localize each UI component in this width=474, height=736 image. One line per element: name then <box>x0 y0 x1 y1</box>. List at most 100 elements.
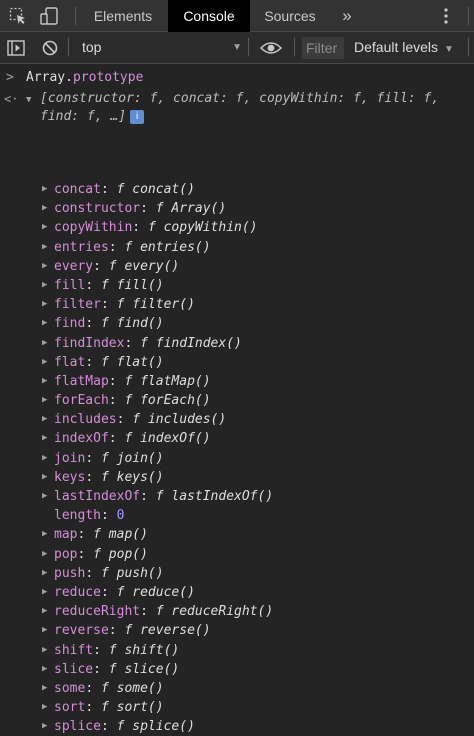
expand-triangle-icon[interactable]: ▶ <box>42 525 47 544</box>
expand-triangle-icon[interactable]: ▶ <box>42 679 47 698</box>
expand-triangle-icon[interactable]: ▶ <box>42 698 47 717</box>
input-prompt-icon: > <box>6 70 14 85</box>
more-tabs-icon[interactable]: » <box>334 0 360 32</box>
property-row[interactable]: ▶ findIndex: f findIndex() <box>0 334 474 353</box>
expand-triangle-icon[interactable]: ▶ <box>42 180 47 199</box>
expand-triangle-icon[interactable]: ▶ <box>42 660 47 679</box>
property-row[interactable]: ▶ slice: f slice() <box>0 660 474 679</box>
tab-sources[interactable]: Sources <box>250 0 330 32</box>
expand-triangle-icon[interactable]: ▶ <box>42 621 47 640</box>
expand-triangle-icon[interactable]: ▶ <box>42 429 47 448</box>
property-row[interactable]: ▶ indexOf: f indexOf() <box>0 429 474 448</box>
property-colon: : <box>100 584 117 600</box>
property-name: pop <box>54 546 78 562</box>
property-entry: every: f every() <box>54 257 179 276</box>
property-row[interactable]: ▶ constructor: f Array() <box>0 199 474 218</box>
expand-triangle-icon[interactable]: ▶ <box>42 257 47 276</box>
function-signature: Array() <box>171 201 227 217</box>
property-row[interactable]: ▶ find: f find() <box>0 314 474 333</box>
expand-triangle-icon[interactable]: ▶ <box>42 218 47 237</box>
expand-triangle-icon[interactable]: ▶ <box>42 564 47 583</box>
property-entry: forEach: f forEach() <box>54 391 211 410</box>
property-row[interactable]: ▶ join: f join() <box>0 449 474 468</box>
property-row[interactable]: ▶ concat: f concat() <box>0 180 474 199</box>
function-signature: join() <box>116 450 164 466</box>
property-row[interactable]: ▶ entries: f entries() <box>0 238 474 257</box>
property-row[interactable]: ▶ pop: f pop() <box>0 545 474 564</box>
property-row[interactable]: ▶ keys: f keys() <box>0 468 474 487</box>
property-row[interactable]: ▶ flat: f flat() <box>0 353 474 372</box>
expand-triangle-icon[interactable]: ▶ <box>42 449 47 468</box>
expand-triangle-icon[interactable]: ▶ <box>42 353 47 372</box>
function-signature: includes() <box>147 412 227 428</box>
property-row[interactable]: ▶ reduce: f reduce() <box>0 583 474 602</box>
function-signature: filter() <box>132 297 195 313</box>
property-colon: : <box>108 431 125 447</box>
inspect-cursor-icon[interactable] <box>6 0 30 32</box>
property-row[interactable]: ▶ fill: f fill() <box>0 276 474 295</box>
property-row[interactable]: ▶ copyWithin: f copyWithin() <box>0 218 474 237</box>
expand-triangle-icon[interactable]: ▶ <box>42 487 47 506</box>
tab-console[interactable]: Console <box>168 0 250 32</box>
property-colon: : <box>77 546 94 562</box>
property-row[interactable]: length: 0 <box>0 506 474 525</box>
property-row[interactable]: ▶ forEach: f forEach() <box>0 391 474 410</box>
expand-triangle-icon[interactable]: ▶ <box>42 199 47 218</box>
property-colon: : <box>93 661 109 677</box>
function-signature: every() <box>124 258 180 274</box>
property-row[interactable]: ▶ map: f map() <box>0 525 474 544</box>
expand-triangle-icon[interactable]: ▶ <box>42 468 47 487</box>
property-row[interactable]: ▶ shift: f shift() <box>0 641 474 660</box>
eye-icon[interactable] <box>256 32 286 63</box>
property-entry: constructor: f Array() <box>54 199 226 218</box>
property-row[interactable]: ▶ flatMap: f flatMap() <box>0 372 474 391</box>
expand-triangle-icon[interactable]: ▶ <box>42 372 47 391</box>
property-name: flatMap <box>54 373 109 389</box>
clear-console-icon[interactable] <box>38 32 62 63</box>
collapse-triangle-icon[interactable]: ▼ <box>26 95 31 105</box>
function-signature: splice() <box>132 719 195 735</box>
context-selector[interactable]: top ▼ <box>70 32 246 63</box>
property-row[interactable]: ▶ reduceRight: f reduceRight() <box>0 602 474 621</box>
expand-triangle-icon[interactable]: ▶ <box>42 410 47 429</box>
property-row[interactable]: ▶ reverse: f reverse() <box>0 621 474 640</box>
function-signature: flatMap() <box>140 373 211 389</box>
property-entry: reverse: f reverse() <box>54 621 211 640</box>
object-summary[interactable]: [constructor: f, concat: f, copyWithin: … <box>40 90 460 126</box>
summary-line-1: [constructor: f, concat: f, copyWithin: … <box>40 91 440 106</box>
expand-triangle-icon[interactable]: ▶ <box>42 391 47 410</box>
kebab-menu-icon[interactable] <box>434 0 458 32</box>
expand-triangle-icon[interactable]: ▶ <box>42 314 47 333</box>
expand-triangle-icon[interactable]: ▶ <box>42 238 47 257</box>
property-row[interactable]: ▶ some: f some() <box>0 679 474 698</box>
property-colon: : <box>85 316 101 332</box>
property-list: ▶ concat: f concat() ▶ constructor: f Array… <box>0 180 474 736</box>
context-value: top <box>82 39 102 55</box>
expand-triangle-icon[interactable]: ▶ <box>42 545 47 564</box>
expand-triangle-icon[interactable]: ▶ <box>42 717 47 736</box>
sidebar-toggle-icon[interactable] <box>4 32 28 63</box>
expand-triangle-icon[interactable]: ▶ <box>42 334 47 353</box>
property-row[interactable]: ▶ lastIndexOf: f lastIndexOf() <box>0 487 474 506</box>
expand-triangle-icon[interactable]: ▶ <box>42 295 47 314</box>
property-row[interactable]: ▶ splice: f splice() <box>0 717 474 736</box>
function-signature: shift() <box>124 642 180 658</box>
property-colon: : <box>100 182 117 197</box>
expand-triangle-icon[interactable]: ▶ <box>42 641 47 660</box>
property-name: forEach <box>54 393 109 409</box>
property-row[interactable]: ▶ every: f every() <box>0 257 474 276</box>
tab-elements[interactable]: Elements <box>80 0 166 32</box>
property-entry: sort: f sort() <box>54 698 164 717</box>
function-signature: slice() <box>124 661 180 677</box>
property-row[interactable]: ▶ push: f push() <box>0 564 474 583</box>
filter-input[interactable]: Filter <box>302 37 344 59</box>
log-levels-dropdown[interactable]: Default levels ▼ <box>354 32 454 63</box>
expand-triangle-icon[interactable]: ▶ <box>42 583 47 602</box>
property-row[interactable]: ▶ includes: f includes() <box>0 410 474 429</box>
expand-triangle-icon[interactable]: ▶ <box>42 602 47 621</box>
device-toggle-icon[interactable] <box>38 0 62 32</box>
info-badge-icon[interactable]: i <box>130 110 145 124</box>
expand-triangle-icon[interactable]: ▶ <box>42 276 47 295</box>
property-row[interactable]: ▶ filter: f filter() <box>0 295 474 314</box>
property-row[interactable]: ▶ sort: f sort() <box>0 698 474 717</box>
